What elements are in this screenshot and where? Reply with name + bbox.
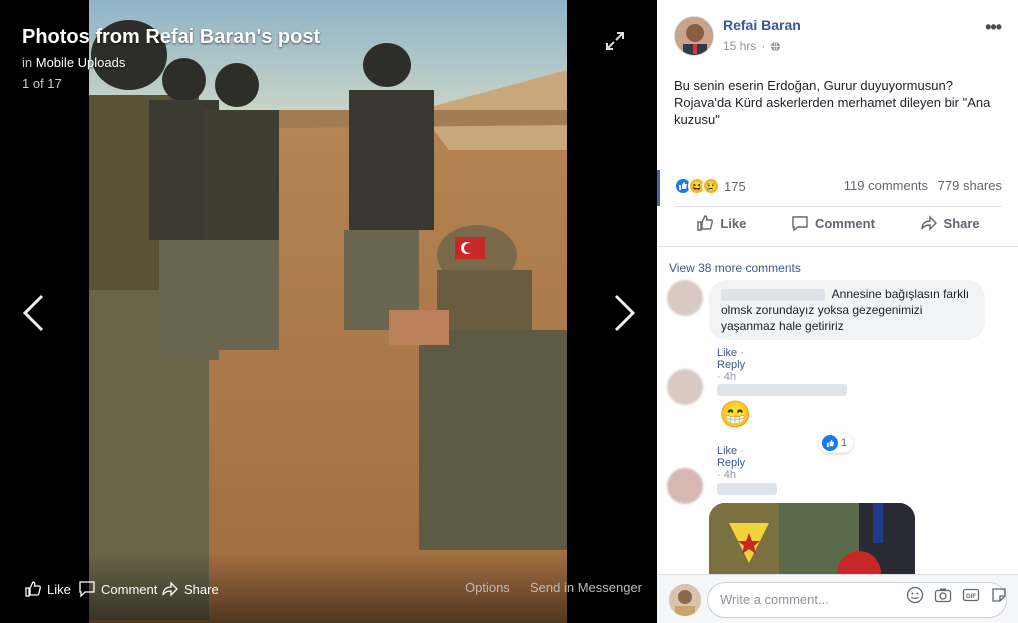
comment-like-link[interactable]: Like [717, 347, 737, 359]
comment-composer: Write a comment... GIF [657, 574, 1018, 623]
viewer-subtitle: in Mobile Uploads [22, 55, 125, 70]
album-link[interactable]: Mobile Uploads [36, 55, 126, 70]
svg-text:GIF: GIF [966, 594, 976, 600]
post-photo[interactable] [89, 0, 567, 623]
previous-photo-button[interactable] [20, 293, 46, 333]
viewer-share-button[interactable]: Share [161, 580, 219, 598]
shares-count[interactable]: 779 shares [938, 178, 1002, 193]
share-label: Share [943, 215, 980, 231]
share-icon [920, 215, 937, 231]
sticker-icon[interactable] [990, 586, 1008, 604]
photo-counter: 1 of 17 [22, 76, 62, 91]
post-meta: 15 hrs · [723, 39, 801, 53]
chevron-left-icon [22, 294, 44, 332]
viewer-share-label: Share [184, 581, 219, 597]
commenter-avatar[interactable] [667, 369, 703, 405]
gif-icon[interactable]: GIF [962, 586, 980, 604]
globe-icon [771, 41, 781, 51]
post-text: Bu senin eserin Erdoğan, Gurur duyuyormu… [674, 78, 991, 127]
camera-icon[interactable] [934, 586, 952, 604]
viewer-like-label: Like [47, 581, 71, 597]
reaction-count: 175 [724, 178, 746, 194]
thumbs-up-icon [25, 581, 41, 597]
comment-label: Comment [814, 215, 875, 231]
viewer-avatar[interactable] [669, 584, 701, 616]
like-label: Like [720, 215, 747, 231]
post-stats: 119 comments 779 shares [838, 178, 1002, 193]
chevron-right-icon [614, 294, 636, 332]
commenter-name-redacted [721, 288, 825, 301]
viewer-title: Photos from Refai Baran's post [22, 26, 321, 48]
comment-icon [79, 581, 95, 598]
commenter-avatar[interactable] [667, 468, 703, 504]
commenter-name-redacted [717, 381, 851, 399]
comment-bubble: Annesine bağışlasın farklı olmsk zorunda… [709, 280, 985, 340]
author-avatar[interactable] [674, 16, 714, 56]
subtitle-prefix: in [22, 55, 33, 70]
comment-reply-link[interactable]: Reply [717, 359, 745, 371]
comment-emoji: 😁 [719, 399, 752, 429]
photo-viewer: Photos from Refai Baran's post in Mobile… [0, 0, 657, 623]
next-photo-button[interactable] [612, 293, 638, 333]
post-actions: Like Comment Share [674, 214, 1002, 232]
comment-button[interactable]: Comment [791, 214, 875, 232]
photo-illustration [89, 0, 567, 623]
comment-icon [792, 216, 808, 232]
composer-icons: GIF [906, 586, 1008, 604]
comments-section: View 38 more comments Annesine bağışlası… [657, 247, 1018, 575]
thumbs-up-icon [697, 215, 714, 231]
view-more-comments-link[interactable]: View 38 more comments [669, 261, 801, 275]
comment-like-link[interactable]: Like [717, 445, 737, 457]
like-reaction-icon [822, 435, 838, 451]
comments-count[interactable]: 119 comments [844, 178, 928, 193]
send-in-messenger-button[interactable]: Send in Messenger [530, 580, 642, 595]
more-options-icon[interactable]: ••• [985, 17, 1002, 38]
options-button[interactable]: Options [465, 580, 510, 595]
viewer-comment-label: Comment [101, 581, 158, 597]
emoji-icon[interactable] [906, 586, 924, 604]
viewer-like-button[interactable]: Like [24, 580, 71, 598]
share-icon [162, 581, 178, 597]
viewer-comment-button[interactable]: Comment [78, 580, 157, 598]
reaction-summary[interactable]: 😆 😢 175 [674, 177, 746, 195]
author-name[interactable]: Refai Baran [723, 17, 801, 33]
sad-reaction-icon: 😢 [702, 177, 720, 195]
post-panel: Refai Baran 15 hrs · ••• Bu senin eserin… [657, 0, 1018, 623]
like-button[interactable]: Like [696, 214, 746, 232]
post-header: Refai Baran 15 hrs · [674, 16, 801, 56]
share-button[interactable]: Share [920, 214, 980, 232]
comment-reaction-count: 1 [841, 437, 848, 449]
commenter-name-redacted [717, 480, 781, 498]
comment-input-placeholder: Write a comment... [720, 592, 829, 607]
comment-reply-link[interactable]: Reply [717, 457, 745, 469]
comment-image[interactable] [709, 503, 915, 575]
fullscreen-icon[interactable] [604, 30, 626, 52]
comment-actions: Like · Reply · 4h [717, 347, 746, 383]
panel-accent [657, 170, 660, 206]
comment-reactions[interactable]: 1 [819, 433, 854, 453]
divider [674, 206, 1002, 207]
comment-actions: Like · Reply · 4h [717, 445, 746, 481]
post-time[interactable]: 15 hrs [723, 39, 756, 53]
commenter-avatar[interactable] [667, 280, 703, 316]
